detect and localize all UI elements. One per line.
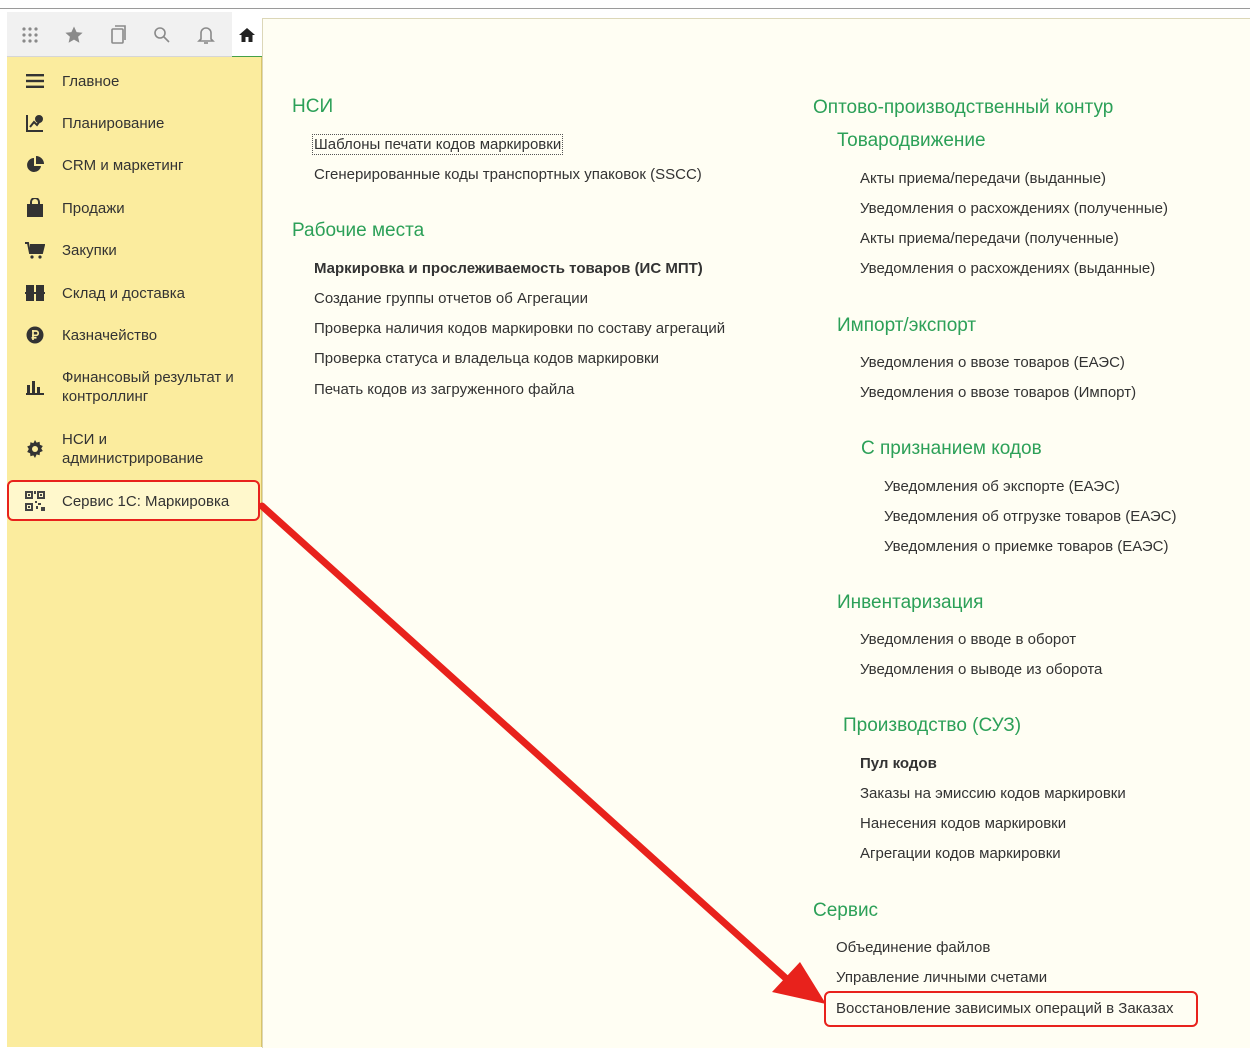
window-top-border xyxy=(0,8,1250,9)
qr-code-icon xyxy=(25,491,45,511)
sidebar-item-label: Склад и доставка xyxy=(62,284,185,302)
sidebar-item-nsi-admin[interactable]: НСИ и администрирование xyxy=(0,428,254,470)
link-print-templates[interactable]: Шаблоны печати кодов маркировки xyxy=(311,134,564,155)
link-import-eaeu[interactable]: Уведомления о ввозе товаров (ЕАЭС) xyxy=(860,354,1125,371)
bar-chart-icon xyxy=(25,377,45,397)
menu-lines-icon xyxy=(25,71,45,91)
sidebar-item-label: Продажи xyxy=(62,199,125,217)
link-aggregation-reports[interactable]: Создание группы отчетов об Агрегации xyxy=(314,290,588,307)
subsection-title-inventory: Инвентаризация xyxy=(837,592,984,613)
sidebar-item-marking-service[interactable]: Сервис 1С: Маркировка xyxy=(0,489,254,513)
sidebar-item-label: Планирование xyxy=(62,114,165,132)
star-icon[interactable] xyxy=(61,22,87,48)
sidebar-item-warehouse[interactable]: Склад и доставка xyxy=(0,281,254,305)
link-introduction[interactable]: Уведомления о вводе в оборот xyxy=(860,631,1076,648)
gear-icon xyxy=(25,439,45,459)
sidebar-item-label: Сервис 1С: Маркировка xyxy=(62,492,230,510)
shopping-bag-icon xyxy=(25,198,45,218)
link-sscc-codes[interactable]: Сгенерированные коды транспортных упаков… xyxy=(314,166,702,183)
link-code-application[interactable]: Нанесения кодов маркировки xyxy=(860,815,1066,832)
link-import-other[interactable]: Уведомления о ввозе товаров (Импорт) xyxy=(860,384,1136,401)
link-merge-files[interactable]: Объединение файлов xyxy=(836,939,990,956)
link-discrepancy-issued[interactable]: Уведомления о расхождениях (выданные) xyxy=(860,260,1155,277)
link-acts-issued[interactable]: Акты приема/передачи (выданные) xyxy=(860,170,1106,187)
link-restore-dependent-operations[interactable]: Восстановление зависимых операций в Зака… xyxy=(836,1000,1173,1017)
warehouse-icon xyxy=(25,283,45,303)
section-title-service: Сервис xyxy=(813,900,879,921)
sidebar-item-label: Казначейство xyxy=(62,326,158,344)
sidebar-item-label: Финансовый результат и контроллинг xyxy=(62,369,234,405)
subsection-title-movement: Товародвижение xyxy=(837,130,986,151)
subsection-title-production: Производство (СУЗ) xyxy=(843,715,1022,736)
sidebar-item-purchases[interactable]: Закупки xyxy=(0,238,254,262)
sidebar-item-finance[interactable]: Финансовый результат и контроллинг xyxy=(0,366,254,408)
sidebar-item-crm[interactable]: CRM и маркетинг xyxy=(0,153,254,177)
section-title-nsi: НСИ xyxy=(292,96,334,117)
pie-chart-icon xyxy=(25,155,45,175)
sidebar-item-sales[interactable]: Продажи xyxy=(0,196,254,220)
ruble-coin-icon xyxy=(25,325,45,345)
link-ismpt-workplace[interactable]: Маркировка и прослеживаемость товаров (И… xyxy=(314,260,703,277)
sidebar-item-label: CRM и маркетинг xyxy=(62,156,184,174)
search-icon[interactable] xyxy=(149,22,175,48)
sidebar-item-planning[interactable]: Планирование xyxy=(0,111,254,135)
bell-icon[interactable] xyxy=(193,22,219,48)
home-icon xyxy=(234,22,260,48)
apps-grid-icon[interactable] xyxy=(17,22,43,48)
link-code-aggregation[interactable]: Агрегации кодов маркировки xyxy=(860,845,1061,862)
home-tab[interactable] xyxy=(232,12,262,58)
sidebar-item-label: НСИ и администрирование xyxy=(62,431,204,467)
link-emission-orders[interactable]: Заказы на эмиссию кодов маркировки xyxy=(860,785,1126,802)
section-title-wholesale: Оптово-производственный контур xyxy=(813,97,1114,118)
link-personal-accounts[interactable]: Управление личными счетами xyxy=(836,969,1047,986)
sidebar-item-main[interactable]: Главное xyxy=(0,69,254,93)
link-acts-received[interactable]: Акты приема/передачи (полученные) xyxy=(860,230,1119,247)
link-discrepancy-received[interactable]: Уведомления о расхождениях (полученные) xyxy=(860,200,1168,217)
sidebar-item-label: Закупки xyxy=(62,241,117,259)
subsection-title-with-codes: С признанием кодов xyxy=(861,438,1042,459)
link-code-pool[interactable]: Пул кодов xyxy=(860,755,937,772)
link-acceptance-eaeu[interactable]: Уведомления о приемке товаров (ЕАЭС) xyxy=(884,538,1169,555)
link-print-from-file[interactable]: Печать кодов из загруженного файла xyxy=(314,381,574,398)
subsection-title-import-export: Импорт/экспорт xyxy=(837,315,977,336)
section-title-workplaces: Рабочие места xyxy=(292,220,425,241)
link-shipment-eaeu[interactable]: Уведомления об отгрузке товаров (ЕАЭС) xyxy=(884,508,1177,525)
planning-chart-icon xyxy=(25,113,45,133)
link-check-code-status[interactable]: Проверка статуса и владельца кодов марки… xyxy=(314,350,659,367)
top-toolbar xyxy=(7,12,262,57)
link-withdrawal[interactable]: Уведомления о выводе из оборота xyxy=(860,661,1102,678)
sidebar-item-label: Главное xyxy=(62,72,120,90)
sidebar-item-treasury[interactable]: Казначейство xyxy=(0,323,254,347)
link-check-codes-aggregation[interactable]: Проверка наличия кодов маркировки по сос… xyxy=(314,320,725,337)
history-icon[interactable] xyxy=(105,22,131,48)
cart-icon xyxy=(25,240,45,260)
link-export-eaeu[interactable]: Уведомления об экспорте (ЕАЭС) xyxy=(884,478,1120,495)
